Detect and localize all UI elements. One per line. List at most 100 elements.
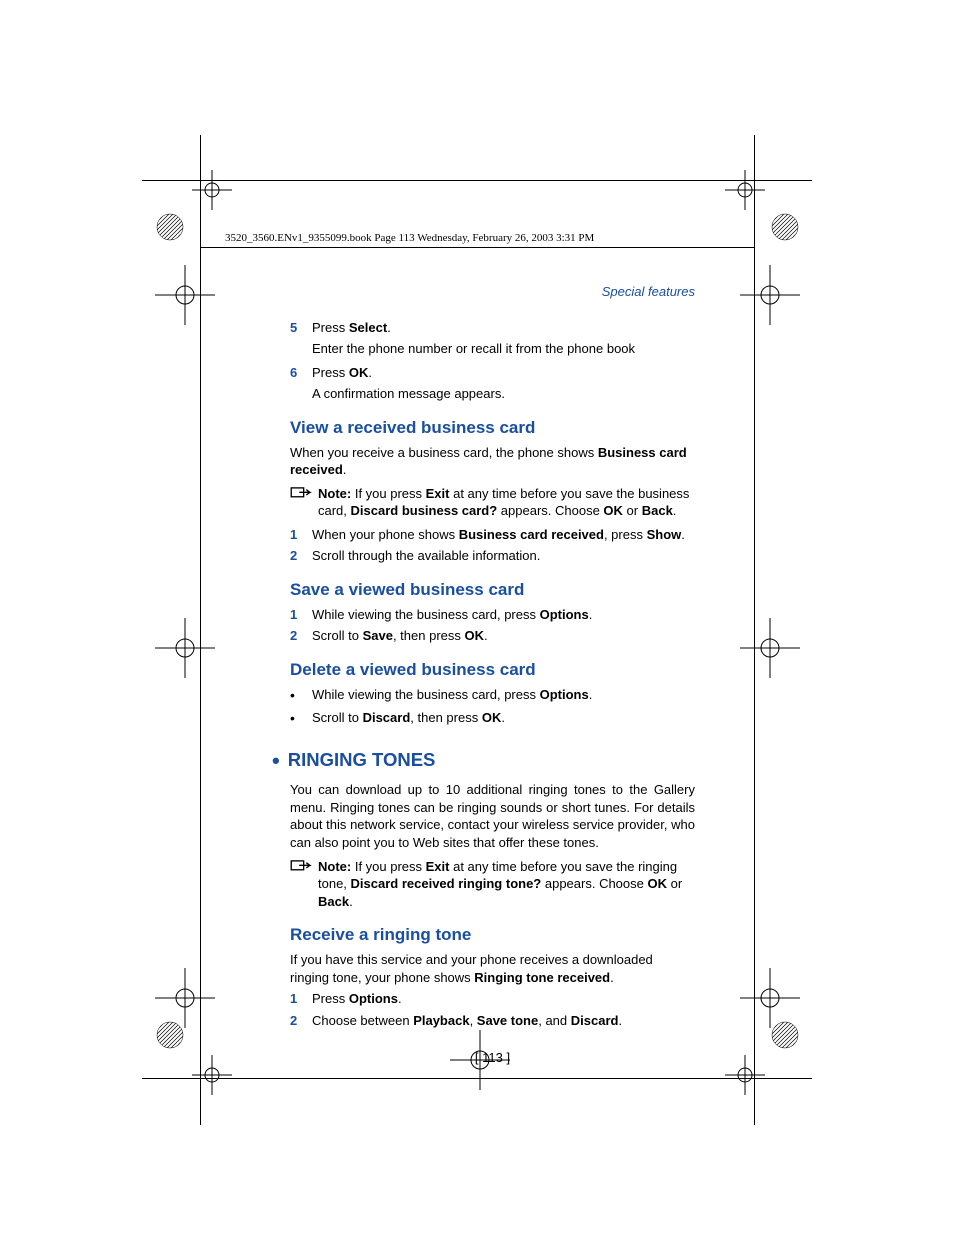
step-text: Scroll to Save, then press OK.	[312, 627, 695, 645]
bold: Back	[642, 503, 673, 518]
text: Press	[312, 365, 349, 380]
text: .	[368, 365, 372, 380]
reg-mark-hatched-circle	[155, 212, 185, 242]
bullet-dot: •	[290, 686, 312, 705]
text: appears. Choose	[541, 876, 647, 891]
paragraph: You can download up to 10 additional rin…	[290, 781, 695, 851]
step-number: 5	[290, 319, 312, 337]
text: , press	[604, 527, 647, 542]
heading-save: Save a viewed business card	[290, 579, 695, 602]
text: Press	[312, 991, 349, 1006]
text: .	[398, 991, 402, 1006]
step-number: 1	[290, 606, 312, 624]
step-sub: A confirmation message appears.	[312, 385, 695, 403]
print-header: 3520_3560.ENv1_9355099.book Page 113 Wed…	[225, 232, 594, 244]
step-5: 5 Press Select.	[290, 319, 695, 337]
step-text: Choose between Playback, Save tone, and …	[312, 1012, 695, 1030]
text: Choose between	[312, 1013, 413, 1028]
reg-mark-crosshair	[740, 968, 800, 1028]
bold: Note:	[318, 486, 351, 501]
step-2: 2 Scroll to Save, then press OK.	[290, 627, 695, 645]
bold: Business card received	[459, 527, 604, 542]
reg-mark-crosshair	[155, 265, 215, 325]
text: .	[589, 607, 593, 622]
step-text: Press Options.	[312, 990, 695, 1008]
text: or	[667, 876, 682, 891]
bold: Exit	[426, 486, 450, 501]
step-6: 6 Press OK.	[290, 364, 695, 382]
bold: Options	[349, 991, 398, 1006]
text: ,	[470, 1013, 477, 1028]
reg-mark-crosshair	[155, 618, 215, 678]
heading-delete: Delete a viewed business card	[290, 659, 695, 682]
bullet-item: • Scroll to Discard, then press OK.	[290, 709, 695, 728]
text: or	[623, 503, 642, 518]
bold: Discard received ringing tone?	[351, 876, 542, 891]
bold: OK	[349, 365, 369, 380]
note-icon	[290, 858, 318, 911]
heading-view: View a received business card	[290, 417, 695, 440]
step-2: 2 Scroll through the available informati…	[290, 547, 695, 565]
step-2: 2 Choose between Playback, Save tone, an…	[290, 1012, 695, 1030]
bold: OK	[603, 503, 623, 518]
bold: Select	[349, 320, 387, 335]
bold: Show	[647, 527, 682, 542]
bold: OK	[647, 876, 667, 891]
text: If you press	[351, 486, 425, 501]
note-icon	[290, 485, 318, 520]
text: When you receive a business card, the ph…	[290, 445, 598, 460]
bold: Options	[540, 687, 589, 702]
step-number: 2	[290, 1012, 312, 1030]
note-block: Note: If you press Exit at any time befo…	[290, 858, 695, 911]
step-text: While viewing the business card, press O…	[312, 606, 695, 624]
note-text: Note: If you press Exit at any time befo…	[318, 858, 695, 911]
bold: Note:	[318, 859, 351, 874]
paragraph: When you receive a business card, the ph…	[290, 444, 695, 479]
bullet-icon: •	[272, 746, 280, 776]
note-text: Note: If you press Exit at any time befo…	[318, 485, 695, 520]
text: , then press	[410, 710, 482, 725]
header-rule	[200, 247, 755, 248]
reg-mark-crosshair	[740, 618, 800, 678]
heading-receive: Receive a ringing tone	[290, 924, 695, 947]
text: .	[589, 687, 593, 702]
bold: Options	[540, 607, 589, 622]
text: appears. Choose	[497, 503, 603, 518]
text: If you press	[351, 859, 425, 874]
reg-mark-crosshair	[155, 968, 215, 1028]
bold: Save tone	[477, 1013, 538, 1028]
step-number: 6	[290, 364, 312, 382]
text: .	[484, 628, 488, 643]
text: .	[610, 970, 614, 985]
reg-mark-crosshair	[192, 170, 232, 210]
bold: Playback	[413, 1013, 469, 1028]
text: Scroll to	[312, 710, 363, 725]
bullet-text: Scroll to Discard, then press OK.	[312, 709, 505, 728]
text: Scroll to	[312, 628, 363, 643]
bullet-dot: •	[290, 709, 312, 728]
text: .	[673, 503, 677, 518]
bold: Ringing tone received	[474, 970, 610, 985]
bold: OK	[465, 628, 485, 643]
page-number: [ 113 ]	[290, 1049, 695, 1067]
step-number: 1	[290, 526, 312, 544]
step-text: Scroll through the available information…	[312, 547, 695, 565]
step-1: 1 When your phone shows Business card re…	[290, 526, 695, 544]
page-content: Special features 5 Press Select. Enter t…	[290, 283, 695, 1067]
note-block: Note: If you press Exit at any time befo…	[290, 485, 695, 520]
heading-ringing: •RINGING TONES	[290, 746, 695, 776]
text: .	[349, 894, 353, 909]
bold: Discard	[363, 710, 411, 725]
section-label: Special features	[290, 283, 695, 301]
text: .	[501, 710, 505, 725]
text: .	[387, 320, 391, 335]
text: Press	[312, 320, 349, 335]
crop-top	[142, 180, 812, 181]
bold: Discard business card?	[351, 503, 498, 518]
text: While viewing the business card, press	[312, 687, 540, 702]
text: .	[681, 527, 685, 542]
reg-mark-crosshair	[192, 1055, 232, 1095]
bold: OK	[482, 710, 502, 725]
step-1: 1 While viewing the business card, press…	[290, 606, 695, 624]
text: .	[343, 462, 347, 477]
